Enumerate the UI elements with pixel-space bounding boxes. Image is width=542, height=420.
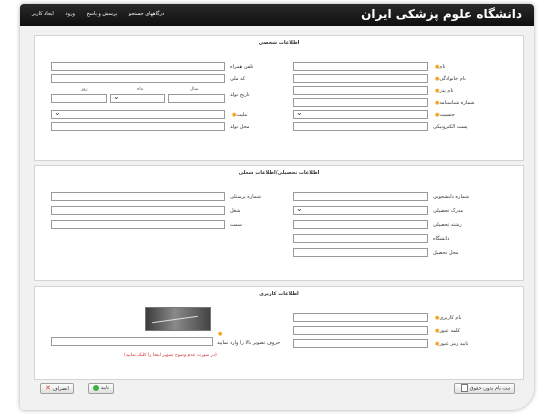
day-label: روز — [81, 87, 88, 92]
birth-day-field[interactable] — [51, 94, 107, 103]
id-number-field[interactable] — [293, 98, 428, 107]
month-label: ماه — [137, 87, 144, 92]
study-place-label: محل تحصیل — [433, 250, 459, 256]
account-title: اطلاعات کاربری — [259, 291, 299, 297]
cancel-button[interactable]: ✕ انصراف — [40, 383, 74, 394]
captcha-line — [152, 315, 198, 324]
birth-year-field[interactable] — [168, 94, 225, 103]
field-of-study-label: رشته تحصیلی — [433, 222, 462, 228]
top-bar: دانشگاه علوم پزشکی ایران درگاههای جستجو … — [20, 4, 534, 26]
required-dot-icon: ● — [218, 331, 223, 337]
email-label: پست الکترونیکی — [433, 124, 468, 130]
document-icon — [461, 384, 468, 392]
confirm-password-field[interactable] — [293, 339, 428, 348]
family-field[interactable] — [293, 74, 428, 83]
password-label: ●کلمه عبور — [435, 328, 461, 334]
position-label: سمت — [230, 222, 242, 228]
menu-item-login[interactable]: ورود — [65, 11, 74, 17]
university-label: دانشگاه — [433, 236, 450, 242]
nationality-label: ●ملیت — [232, 112, 248, 118]
position-field[interactable] — [51, 220, 225, 229]
x-icon: ✕ — [45, 384, 51, 392]
nationality-select[interactable] — [51, 108, 225, 119]
terms-button[interactable]: ثبت نام بدون حقوق — [454, 383, 516, 394]
captcha-field[interactable] — [51, 337, 213, 346]
education-title: اطلاعات تحصیلی/اطلاعات شغلی — [238, 170, 320, 176]
study-place-field[interactable] — [293, 248, 428, 257]
password-field[interactable] — [293, 326, 428, 335]
mobile-label: تلفن همراه — [230, 64, 254, 70]
national-code-label: کد ملی — [230, 76, 246, 82]
username-label: ●نام کاربری — [435, 315, 462, 321]
student-number-label: شماره دانشجویی — [433, 194, 470, 200]
personal-info-title: اطلاعات شخصی — [258, 40, 300, 46]
job-label: شغل — [230, 208, 241, 214]
birth-place-field[interactable] — [51, 122, 225, 131]
name-field[interactable] — [293, 62, 428, 71]
confirm-password-label: ●تایید رمز عبور — [435, 341, 469, 347]
id-number-label: ●شماره شناسنامه — [435, 100, 475, 106]
menu-item-faq[interactable]: پرسش و پاسخ — [87, 11, 118, 17]
page: دانشگاه علوم پزشکی ایران درگاههای جستجو … — [20, 4, 534, 410]
name-label: ●نام — [435, 64, 446, 70]
education-panel: اطلاعات تحصیلی/اطلاعات شغلی شماره دانشجو… — [34, 165, 524, 281]
menu-item-search[interactable]: درگاههای جستجو — [129, 11, 164, 17]
degree-select[interactable] — [293, 204, 428, 215]
personnel-number-label: شماره پرسنلی — [230, 194, 261, 200]
menu-item-register[interactable]: ایجاد کاربر — [32, 11, 54, 17]
gender-select[interactable] — [293, 108, 428, 119]
account-panel: اطلاعات کاربری ●نام کاربری ●کلمه عبور ●ت… — [34, 286, 524, 380]
family-label: ●نام خانوادگی — [435, 76, 466, 82]
father-name-field[interactable] — [293, 86, 428, 95]
username-field[interactable] — [293, 313, 428, 322]
submit-button[interactable]: تایید — [88, 383, 115, 394]
birth-place-label: محل تولد — [230, 124, 250, 130]
site-title: دانشگاه علوم پزشکی ایران — [361, 7, 522, 21]
email-field[interactable] — [293, 122, 428, 131]
top-menu: درگاههای جستجو پرسش و پاسخ ورود ایجاد کا… — [32, 11, 174, 17]
birth-month-select[interactable] — [110, 92, 165, 103]
university-field[interactable] — [293, 234, 428, 243]
national-code-field[interactable] — [51, 74, 225, 83]
gender-label: ●جنسیت — [435, 112, 455, 118]
captcha-label: حروف تصویر بالا را وارد نمایید — [217, 340, 281, 346]
personal-info-panel: اطلاعات شخصی ●نام ●نام خانوادگی ●نام پدر… — [34, 35, 524, 161]
job-field[interactable] — [51, 206, 225, 215]
captcha-image — [145, 307, 211, 331]
student-number-field[interactable] — [293, 192, 428, 201]
personnel-number-field[interactable] — [51, 192, 225, 201]
check-circle-icon — [93, 384, 99, 391]
mobile-field[interactable] — [51, 62, 225, 71]
field-of-study-field[interactable] — [293, 220, 428, 229]
degree-label: مدرک تحصیلی — [433, 208, 464, 214]
captcha-refresh-link[interactable]: (در صورت عدم وضوح تصویر اینجا را کلیک نم… — [124, 353, 217, 358]
year-label: سال — [190, 87, 199, 92]
father-name-label: ●نام پدر — [435, 88, 454, 94]
captcha-required: ● — [216, 331, 222, 337]
birth-date-label: تاریخ تولد — [230, 92, 250, 98]
